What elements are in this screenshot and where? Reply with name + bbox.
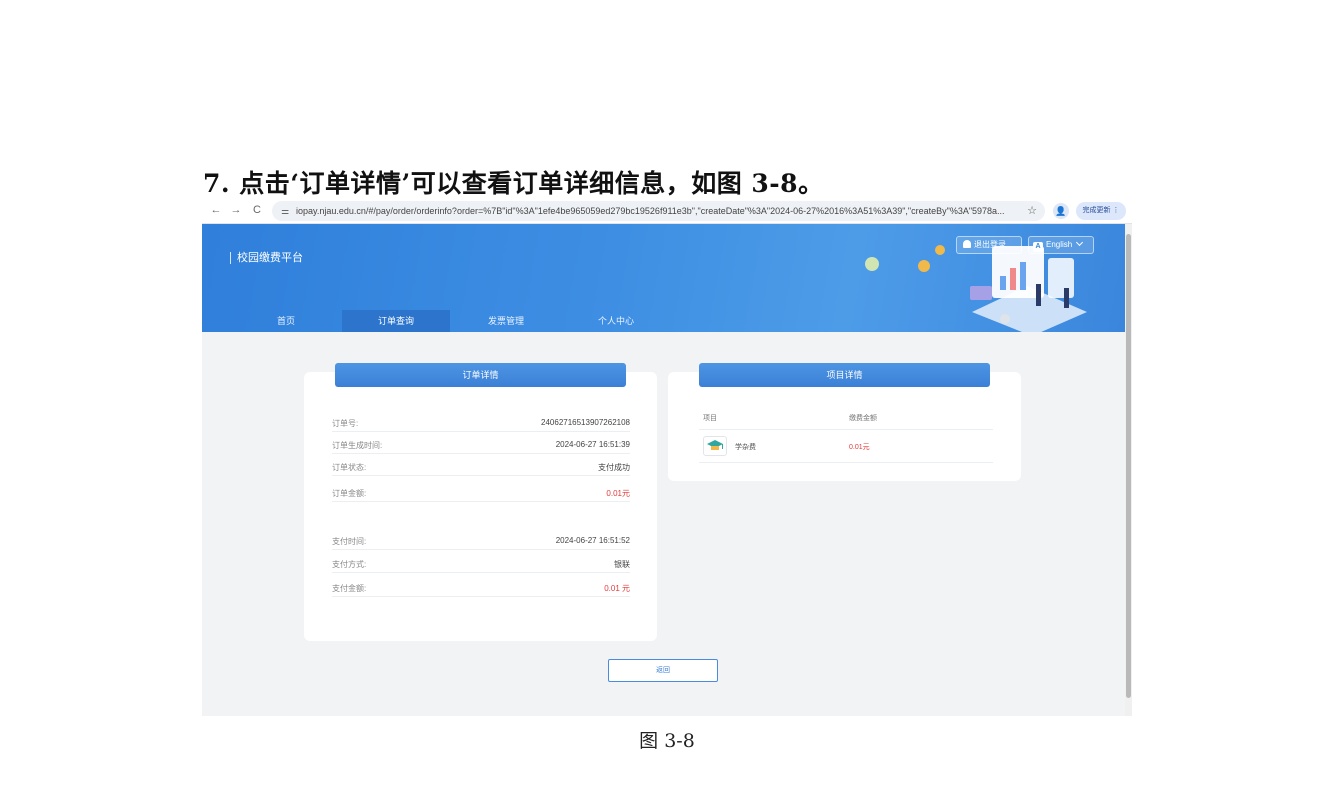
row-value: 24062716513907262108	[541, 418, 630, 427]
glow-dot	[865, 257, 879, 271]
project-detail-title: 项目详情	[699, 363, 990, 387]
row-value: 2024-06-27 16:51:39	[555, 440, 630, 449]
chart-bar	[1010, 268, 1016, 290]
back-arrow-icon[interactable]: ←	[208, 202, 224, 218]
payment-row: 支付金额: 0.01 元	[332, 575, 630, 597]
user-icon	[963, 240, 971, 248]
payment-row: 支付方式: 银联	[332, 551, 630, 573]
row-label: 支付方式:	[332, 560, 367, 569]
translate-icon: A	[1033, 242, 1043, 252]
logout-button[interactable]: 退出登录	[956, 236, 1022, 254]
site-settings-icon[interactable]: ⚌	[277, 203, 293, 219]
person-figure	[1036, 284, 1041, 306]
scrollbar[interactable]	[1125, 224, 1132, 716]
row-label: 订单状态:	[332, 463, 367, 472]
tab-order-query[interactable]: 订单查询	[342, 310, 450, 332]
graduation-cap-icon	[703, 436, 727, 456]
forward-arrow-icon[interactable]: →	[228, 202, 244, 218]
profile-icon[interactable]: 👤	[1053, 203, 1069, 219]
column-header-item: 项目	[703, 415, 717, 422]
screenshot-frame: ← → C ⚌ iopay.njau.edu.cn/#/pay/order/or…	[202, 198, 1132, 716]
brand-title: 校园缴费平台	[230, 252, 303, 264]
payment-row: 支付时间: 2024-06-27 16:51:52	[332, 528, 630, 550]
language-label: English	[1046, 240, 1073, 249]
update-button[interactable]: 完成更新 ⋮	[1076, 202, 1126, 220]
order-row: 订单号: 24062716513907262108	[332, 410, 630, 432]
tab-home[interactable]: 首页	[232, 310, 340, 332]
row-value: 0.01 元	[604, 584, 630, 593]
language-button[interactable]: A English	[1028, 236, 1094, 254]
order-row: 订单生成时间: 2024-06-27 16:51:39	[332, 432, 630, 454]
row-value: 银联	[614, 560, 630, 569]
logout-label: 退出登录	[974, 240, 1006, 249]
project-detail-card	[668, 372, 1021, 481]
chart-bar	[1020, 262, 1026, 290]
table-divider	[699, 462, 993, 463]
column-header-amount: 缴费金额	[849, 415, 877, 422]
figure-caption: 图 3-8	[639, 730, 695, 752]
person-figure	[1064, 288, 1069, 308]
scrollbar-thumb[interactable]	[1126, 234, 1131, 698]
row-label: 订单号:	[332, 419, 359, 428]
back-button[interactable]: 返回	[608, 659, 718, 682]
url-text[interactable]: iopay.njau.edu.cn/#/pay/order/orderinfo?…	[296, 201, 1016, 221]
tab-invoice[interactable]: 发票管理	[452, 310, 560, 332]
floating-card	[970, 286, 992, 300]
coin-icon	[935, 245, 945, 255]
document-heading: 7. 点击‘订单详情’可以查看订单详细信息，如图 3-8。	[203, 169, 824, 198]
bookmark-star-icon[interactable]: ☆	[1024, 203, 1040, 219]
row-value: 2024-06-27 16:51:52	[555, 536, 630, 545]
order-detail-title: 订单详情	[335, 363, 626, 387]
row-label: 订单金额:	[332, 489, 367, 498]
row-label: 支付金额:	[332, 584, 367, 593]
browser-menu-icon: ⋮	[1112, 207, 1120, 214]
graduation-cap-icon	[707, 440, 723, 450]
table-divider	[699, 429, 993, 430]
chart-bar	[1000, 276, 1006, 290]
update-label: 完成更新	[1082, 207, 1111, 214]
app-header: 校园缴费平台 退出登录 A English 首页 订单查询 发票管理 个人中心	[202, 224, 1125, 332]
project-amount: 0.01元	[849, 444, 870, 451]
address-bar[interactable]: ⚌ iopay.njau.edu.cn/#/pay/order/orderinf…	[272, 201, 1045, 221]
coin-icon	[918, 260, 930, 272]
reload-icon[interactable]: C	[249, 202, 265, 218]
side-panel	[1048, 258, 1074, 298]
order-row: 订单状态: 支付成功	[332, 454, 630, 476]
browser-toolbar: ← → C ⚌ iopay.njau.edu.cn/#/pay/order/or…	[202, 198, 1132, 224]
row-value: 支付成功	[598, 463, 630, 472]
row-value: 0.01元	[606, 489, 630, 498]
project-name: 学杂费	[735, 444, 756, 451]
row-label: 支付时间:	[332, 537, 367, 546]
order-row: 订单金额: 0.01元	[332, 480, 630, 502]
chevron-down-icon	[1076, 238, 1084, 247]
row-label: 订单生成时间:	[332, 441, 383, 450]
tab-personal[interactable]: 个人中心	[562, 310, 670, 332]
